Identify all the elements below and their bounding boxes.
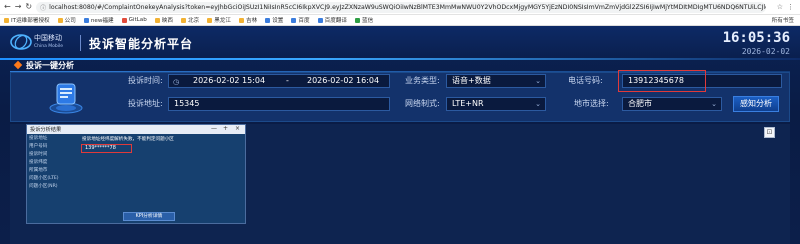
- dialog-message: 投诉地址经纬度解析失败，不能判定问题小区: [82, 137, 174, 142]
- network-value: LTE+NR: [452, 99, 484, 108]
- chat-icon: [354, 17, 360, 23]
- row-label: 投诉纬度: [29, 160, 48, 165]
- info-icon[interactable]: ⓘ: [40, 3, 46, 12]
- brand-text: 中国移动 China Mobile: [34, 35, 63, 50]
- address-input[interactable]: 15345: [168, 97, 390, 111]
- all-bookmarks[interactable]: 所有书签: [772, 16, 800, 24]
- chevron-down-icon: ⌄: [711, 100, 717, 108]
- bookmark-item[interactable]: 设置: [265, 16, 283, 24]
- masked-phone: 139******78: [81, 144, 132, 153]
- section-marker-icon: [13, 60, 23, 70]
- url-text: localhost:8080/#/ComplaintOnekeyAnalysis…: [49, 3, 767, 11]
- back-icon[interactable]: ←: [4, 3, 11, 11]
- analyze-button[interactable]: 感知分析: [733, 96, 779, 112]
- bookmark-item[interactable]: new福建: [83, 16, 114, 24]
- row-label: 所属地市: [29, 168, 48, 173]
- browser-toolbar: ← → ↻ ⓘ localhost:8080/#/ComplaintOnekey…: [0, 0, 800, 15]
- bookmark-item[interactable]: IT运维部署授权: [4, 16, 50, 24]
- folder-icon: [180, 17, 186, 23]
- gitlab-icon: [121, 17, 127, 23]
- phone-highlight: [618, 70, 706, 92]
- brand-cn: 中国移动: [34, 34, 62, 42]
- gear-icon: [265, 17, 271, 23]
- kpi-details-button[interactable]: KPI分析详情: [123, 212, 175, 221]
- maximize-icon[interactable]: +: [223, 125, 228, 132]
- bookmark-item[interactable]: 吉林: [238, 16, 257, 24]
- address-bar[interactable]: ⓘ localhost:8080/#/ComplaintOnekeyAnalys…: [36, 1, 767, 13]
- bookmark-item[interactable]: 公司: [57, 16, 76, 24]
- star-icon[interactable]: ☆: [777, 3, 783, 11]
- expand-icon[interactable]: ⊡: [764, 127, 775, 138]
- clock-icon: ◷: [173, 78, 180, 86]
- chevron-down-icon: ⌄: [535, 100, 541, 108]
- header-separator: [80, 35, 81, 51]
- bookmark-item[interactable]: 百度翻译: [317, 16, 347, 24]
- app-root: { "browser": { "url": "localhost:8080/#/…: [0, 0, 800, 244]
- dialog-body: 投诉地址 用户号码 投诉时间 投诉纬度 所属地市 问题小区(LTE) 问题小区(…: [27, 134, 245, 223]
- row-label: 投诉时间: [29, 152, 48, 157]
- menu-icon[interactable]: ⋮: [787, 3, 794, 11]
- business-type-label: 业务类型:: [405, 76, 440, 85]
- site-icon: [83, 17, 89, 23]
- section-title: 投诉一键分析: [26, 61, 74, 70]
- business-type-select[interactable]: 语音+数据 ⌄: [446, 74, 546, 88]
- row-label: 问题小区(LTE): [29, 176, 59, 181]
- browser-nav: ← → ↻: [0, 3, 32, 11]
- brand-en: China Mobile: [34, 44, 64, 49]
- bookmark-item[interactable]: 北京: [180, 16, 199, 24]
- translate-icon: [317, 17, 323, 23]
- folder-icon: [154, 17, 160, 23]
- city-value: 合肥市: [628, 99, 652, 108]
- phone-label: 电话号码:: [568, 76, 603, 85]
- bookmark-item[interactable]: 百度: [291, 16, 310, 24]
- browser-actions: ☆ ⋮: [777, 3, 800, 11]
- header-divider: [0, 58, 800, 60]
- address-value: 15345: [174, 99, 200, 108]
- page-title: 投诉智能分析平台: [89, 37, 194, 51]
- row-label: 问题小区(NR): [29, 184, 58, 189]
- network-label: 网络制式:: [405, 99, 440, 108]
- row-label: 用户号码: [29, 144, 48, 149]
- clock-time: 16:05:36: [722, 30, 790, 46]
- bookmark-item[interactable]: 映西: [154, 16, 173, 24]
- paw-icon: [291, 17, 297, 23]
- result-dialog: 投诉分析结果 — + × 投诉地址 用户号码 投诉时间 投诉纬度 所属地市 问题…: [26, 124, 246, 224]
- folder-icon: [238, 17, 244, 23]
- chevron-down-icon: ⌄: [535, 77, 541, 85]
- analysis-badge-icon: [49, 83, 83, 114]
- network-select[interactable]: LTE+NR ⌄: [446, 97, 546, 111]
- bookmarks-bar: IT运维部署授权 公司 new福建 GitLab 映西 北京 黑龙江 吉林 设置…: [0, 15, 800, 26]
- folder-icon: [57, 17, 63, 23]
- clock-date: 2026-02-02: [741, 47, 790, 56]
- bookmark-item[interactable]: GitLab: [121, 17, 147, 23]
- forward-icon[interactable]: →: [15, 3, 22, 11]
- bookmark-item[interactable]: 蓝信: [354, 16, 373, 24]
- row-label: 投诉地址: [29, 136, 48, 141]
- dialog-title: 投诉分析结果: [30, 127, 62, 133]
- folder-icon: [4, 17, 9, 23]
- business-type-value: 语音+数据: [452, 76, 491, 85]
- city-label: 地市选择:: [574, 99, 609, 108]
- folder-icon: [207, 17, 213, 23]
- time-range-input[interactable]: ◷ 2026-02-02 15:04 - 2026-02-02 16:04: [168, 74, 390, 88]
- city-select[interactable]: 合肥市 ⌄: [622, 97, 722, 111]
- time-end: 2026-02-02 16:04: [307, 76, 380, 85]
- reload-icon[interactable]: ↻: [25, 3, 32, 11]
- close-icon[interactable]: ×: [235, 125, 240, 132]
- bookmark-item[interactable]: 黑龙江: [207, 16, 231, 24]
- dialog-titlebar[interactable]: 投诉分析结果 — + ×: [27, 125, 245, 134]
- address-label: 投诉地址:: [128, 99, 163, 108]
- minimize-icon[interactable]: —: [211, 125, 217, 132]
- china-mobile-logo-icon: [10, 34, 32, 50]
- time-start: 2026-02-02 15:04: [193, 76, 266, 85]
- time-separator: -: [286, 76, 289, 85]
- complaint-time-label: 投诉时间:: [128, 76, 163, 85]
